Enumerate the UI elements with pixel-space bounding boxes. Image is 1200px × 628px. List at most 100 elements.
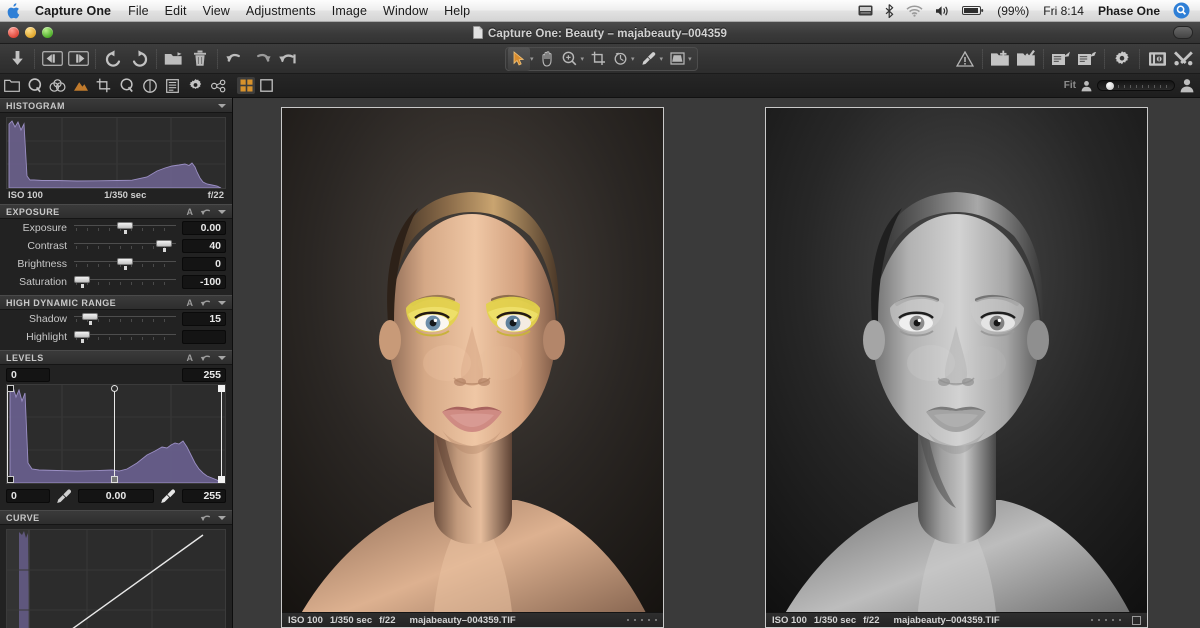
tab-library[interactable] xyxy=(0,75,23,97)
keystone-tool-icon[interactable] xyxy=(666,47,688,71)
exposure-slider[interactable] xyxy=(74,220,176,236)
levels-histogram-graph[interactable] xyxy=(6,384,226,484)
tab-focus[interactable] xyxy=(115,75,138,97)
chevron-down-icon[interactable]: ▾ xyxy=(660,55,664,63)
tab-adjustments[interactable] xyxy=(184,75,207,97)
reset-arrow-icon[interactable] xyxy=(200,207,211,216)
black-point-eyedropper-icon[interactable] xyxy=(54,488,74,504)
exposure-auto-button[interactable]: A xyxy=(187,207,194,217)
display-icon[interactable] xyxy=(852,0,879,21)
menu-item-window[interactable]: Window xyxy=(375,0,436,21)
crop-tool-icon[interactable] xyxy=(587,47,609,71)
chevron-down-icon[interactable] xyxy=(218,104,226,108)
saturation-slider-row[interactable]: Saturation -100 xyxy=(0,273,232,291)
brightness-slider-row[interactable]: Brightness 0 xyxy=(0,255,232,273)
reset-arrow-icon[interactable] xyxy=(200,353,211,362)
tab-color[interactable] xyxy=(138,75,161,97)
contrast-value[interactable]: 40 xyxy=(182,239,226,253)
brightness-value[interactable]: 0 xyxy=(182,257,226,271)
levels-section-header[interactable]: LEVELS A xyxy=(0,350,232,365)
zoom-slider[interactable] xyxy=(1097,80,1175,91)
zoom-magnifier-tool-icon[interactable] xyxy=(559,47,581,71)
apple-logo-icon[interactable] xyxy=(0,0,26,21)
chevron-down-icon[interactable]: ▾ xyxy=(530,55,534,63)
import-arrow-down-icon[interactable] xyxy=(4,47,30,71)
single-view-icon[interactable] xyxy=(257,77,275,94)
open-folder-icon[interactable] xyxy=(161,47,187,71)
wifi-icon[interactable] xyxy=(900,0,929,21)
user-name-label[interactable]: Phase One xyxy=(1091,0,1167,21)
rotate-tool-icon[interactable] xyxy=(609,47,631,71)
image-viewer[interactable]: ISO 1001/350 secf/22majabeauty–004359.TI… xyxy=(233,98,1200,628)
menu-app-name[interactable]: Capture One xyxy=(26,0,120,21)
spotlight-search-icon[interactable] xyxy=(1167,0,1196,21)
tab-metadata[interactable] xyxy=(161,75,184,97)
chevron-down-icon[interactable]: ▾ xyxy=(631,55,635,63)
chevron-down-icon[interactable]: ▾ xyxy=(688,55,692,63)
clock-label[interactable]: Fri 8:14 xyxy=(1036,0,1091,21)
histogram-section-header[interactable]: HISTOGRAM xyxy=(0,98,232,113)
curve-section-header[interactable]: CURVE xyxy=(0,510,232,525)
tab-exposure[interactable] xyxy=(69,75,92,97)
battery-icon[interactable] xyxy=(956,0,990,21)
chevron-down-icon[interactable] xyxy=(218,356,226,360)
contrast-slider-row[interactable]: Contrast 40 xyxy=(0,237,232,255)
levels-auto-button[interactable]: A xyxy=(187,353,194,363)
rating-dots[interactable] xyxy=(627,619,657,621)
contrast-slider-knob[interactable] xyxy=(156,240,172,247)
tab-capture[interactable] xyxy=(46,75,69,97)
toolbar-toggle-button[interactable] xyxy=(1173,26,1193,39)
chevron-down-icon[interactable] xyxy=(218,210,226,214)
redo-icon[interactable] xyxy=(248,47,274,71)
levels-gamma-handle-bottom[interactable] xyxy=(111,476,118,483)
small-thumbnail-icon[interactable] xyxy=(1081,80,1092,92)
saturation-slider[interactable] xyxy=(74,274,176,290)
pan-hand-tool-icon[interactable] xyxy=(537,47,559,71)
highlight-value[interactable] xyxy=(182,330,226,344)
levels-output-white[interactable]: 255 xyxy=(182,489,226,503)
zoom-slider-knob[interactable] xyxy=(1106,82,1114,90)
exposure-slider-knob[interactable] xyxy=(117,222,133,229)
chevron-down-icon[interactable] xyxy=(218,516,226,520)
rotate-left-icon[interactable] xyxy=(100,47,126,71)
menu-item-help[interactable]: Help xyxy=(436,0,478,21)
process-recipe-icon[interactable] xyxy=(1074,47,1100,71)
levels-gamma-handle-top[interactable] xyxy=(111,385,118,392)
large-thumbnail-icon[interactable] xyxy=(1180,78,1194,93)
rating-dots[interactable] xyxy=(1091,616,1141,625)
saturation-value[interactable]: -100 xyxy=(182,275,226,289)
previous-image-icon[interactable] xyxy=(39,47,65,71)
process-export-icon[interactable] xyxy=(1048,47,1074,71)
variant-badge-icon[interactable] xyxy=(1132,616,1141,625)
tools-side-panel[interactable]: HISTOGRAM ISO 100 1/350 sec f/22 EXPOSUR… xyxy=(0,98,233,628)
secondary-variant[interactable]: ISO 1001/350 secf/22majabeauty–004359.TI… xyxy=(765,107,1148,628)
tab-lens[interactable] xyxy=(92,75,115,97)
tab-quick[interactable] xyxy=(23,75,46,97)
curve-graph[interactable] xyxy=(6,529,226,628)
brightness-slider[interactable] xyxy=(74,256,176,272)
menu-item-adjustments[interactable]: Adjustments xyxy=(238,0,324,21)
warning-triangle-icon[interactable] xyxy=(952,47,978,71)
chevron-down-icon[interactable] xyxy=(218,301,226,305)
trash-icon[interactable] xyxy=(187,47,213,71)
brightness-slider-knob[interactable] xyxy=(117,258,133,265)
reset-arrow-icon[interactable] xyxy=(200,298,211,307)
reset-arrow-icon[interactable] xyxy=(200,513,211,522)
volume-icon[interactable] xyxy=(929,0,956,21)
add-capture-icon[interactable] xyxy=(987,47,1013,71)
levels-black-handle-top[interactable] xyxy=(7,385,14,392)
primary-variant[interactable]: ISO 1001/350 secf/22majabeauty–004359.TI… xyxy=(281,107,664,628)
shadow-slider-row[interactable]: Shadow 15 xyxy=(0,310,232,328)
highlight-slider[interactable] xyxy=(74,329,176,345)
levels-white-handle-bottom[interactable] xyxy=(218,476,225,483)
highlight-slider-row[interactable]: Highlight xyxy=(0,328,232,346)
white-point-eyedropper-icon[interactable] xyxy=(158,488,178,504)
exposure-slider-row[interactable]: Exposure 0.00 xyxy=(0,219,232,237)
rotate-right-icon[interactable] xyxy=(126,47,152,71)
undo-icon[interactable] xyxy=(222,47,248,71)
highlight-slider-knob[interactable] xyxy=(74,331,90,338)
tools-customize-icon[interactable] xyxy=(1170,47,1196,71)
white-balance-picker-icon[interactable] xyxy=(638,47,660,71)
hdr-section-header[interactable]: HIGH DYNAMIC RANGE A xyxy=(0,295,232,310)
levels-white-handle-top[interactable] xyxy=(218,385,225,392)
